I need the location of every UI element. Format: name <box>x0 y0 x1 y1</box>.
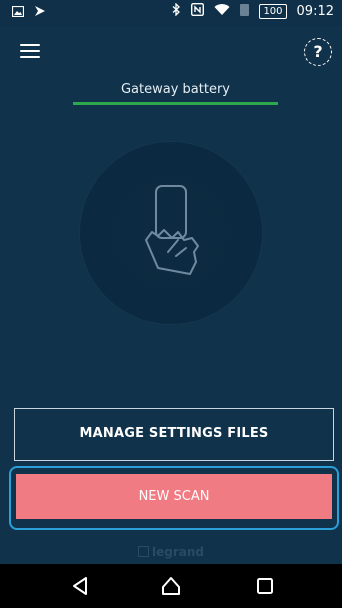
legrand-mark-icon <box>138 546 149 557</box>
legrand-logo-text: legrand <box>152 545 204 559</box>
wifi-icon <box>214 3 230 20</box>
gateway-battery-label: Gateway battery <box>120 82 230 97</box>
phone-in-hand-icon <box>145 185 199 275</box>
manage-settings-files-button[interactable]: MANAGE SETTINGS FILES <box>14 408 334 461</box>
legrand-logo: legrand <box>0 545 342 559</box>
help-question-icon[interactable]: ? <box>304 38 332 66</box>
image-icon <box>11 5 25 21</box>
vpn-icon <box>34 5 46 21</box>
back-triangle-icon[interactable] <box>70 575 92 597</box>
gateway-battery: Gateway battery <box>73 82 278 105</box>
battery-icon: 100 <box>259 4 287 19</box>
nfc-icon <box>191 2 205 20</box>
gateway-battery-bar <box>73 102 278 105</box>
system-nav-bar <box>0 564 342 608</box>
new-scan-focus-ring: NEW SCAN <box>9 466 339 530</box>
bluetooth-icon <box>172 2 181 20</box>
hamburger-menu-icon[interactable] <box>20 44 40 60</box>
recents-square-icon[interactable] <box>254 575 276 597</box>
status-bar: 100 09:12 <box>0 0 342 26</box>
app-bar: ? <box>0 26 342 78</box>
app-screen: 100 09:12 ? Gateway battery MANAGE SETTI… <box>0 0 342 608</box>
home-circle-icon[interactable] <box>160 575 182 597</box>
status-time: 09:12 <box>296 4 334 19</box>
new-scan-button[interactable]: NEW SCAN <box>16 474 332 519</box>
sim-icon <box>240 3 250 20</box>
scan-target-circle <box>80 142 262 324</box>
